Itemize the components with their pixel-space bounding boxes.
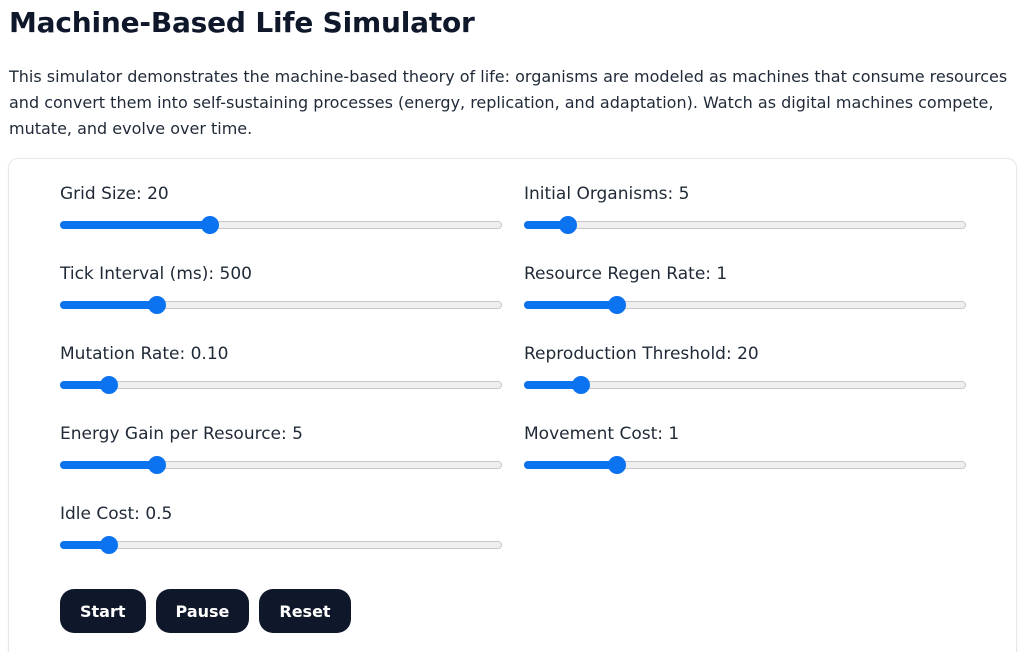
control-tick-interval: Tick Interval (ms): 500 [60,263,504,343]
reproduction-threshold-label: Reproduction Threshold: 20 [524,344,759,364]
slider-thumb[interactable] [201,216,219,234]
mutation-rate-slider[interactable] [60,375,502,395]
slider-thumb[interactable] [100,536,118,554]
control-initial-organisms: Initial Organisms: 5 [524,183,968,263]
button-row: Start Pause Reset [60,589,351,633]
slider-track [60,541,502,549]
start-button[interactable]: Start [60,589,146,633]
control-resource-regen-rate: Resource Regen Rate: 1 [524,263,968,343]
control-energy-gain: Energy Gain per Resource: 5 [60,423,504,503]
controls-panel: Grid Size: 20 Initial Organisms: 5 Tick … [8,158,1017,652]
intro-text: This simulator demonstrates the machine-… [9,67,1008,138]
slider-track [60,381,502,389]
slider-track [524,221,966,229]
pause-button[interactable]: Pause [155,589,250,633]
movement-cost-label: Movement Cost: 1 [524,424,680,444]
initial-organisms-label: Initial Organisms: 5 [524,184,690,204]
energy-gain-label: Energy Gain per Resource: 5 [60,424,303,444]
tick-interval-label: Tick Interval (ms): 500 [60,264,252,284]
page-title: Machine-Based Life Simulator [9,6,475,39]
slider-thumb[interactable] [608,296,626,314]
grid-size-slider[interactable] [60,215,502,235]
reproduction-threshold-slider[interactable] [524,375,966,395]
slider-thumb[interactable] [572,376,590,394]
control-grid-size: Grid Size: 20 [60,183,504,263]
slider-thumb[interactable] [148,296,166,314]
slider-thumb[interactable] [100,376,118,394]
initial-organisms-slider[interactable] [524,215,966,235]
energy-gain-slider[interactable] [60,455,502,475]
control-idle-cost: Idle Cost: 0.5 [60,503,504,583]
control-mutation-rate: Mutation Rate: 0.10 [60,343,504,423]
slider-fill [60,221,210,229]
resource-regen-rate-label: Resource Regen Rate: 1 [524,264,728,284]
reset-button[interactable]: Reset [259,589,351,633]
mutation-rate-label: Mutation Rate: 0.10 [60,344,229,364]
slider-fill [524,461,617,469]
slider-fill [60,461,157,469]
slider-thumb[interactable] [148,456,166,474]
slider-fill [524,301,617,309]
control-movement-cost: Movement Cost: 1 [524,423,968,503]
resource-regen-rate-slider[interactable] [524,295,966,315]
movement-cost-slider[interactable] [524,455,966,475]
controls-grid: Grid Size: 20 Initial Organisms: 5 Tick … [60,183,968,583]
control-reproduction-threshold: Reproduction Threshold: 20 [524,343,968,423]
slider-thumb[interactable] [608,456,626,474]
slider-fill [60,301,157,309]
grid-size-label: Grid Size: 20 [60,184,169,204]
idle-cost-slider[interactable] [60,535,502,555]
tick-interval-slider[interactable] [60,295,502,315]
slider-track [524,381,966,389]
idle-cost-label: Idle Cost: 0.5 [60,504,173,524]
page: Machine-Based Life Simulator This simula… [0,0,1026,652]
slider-thumb[interactable] [559,216,577,234]
